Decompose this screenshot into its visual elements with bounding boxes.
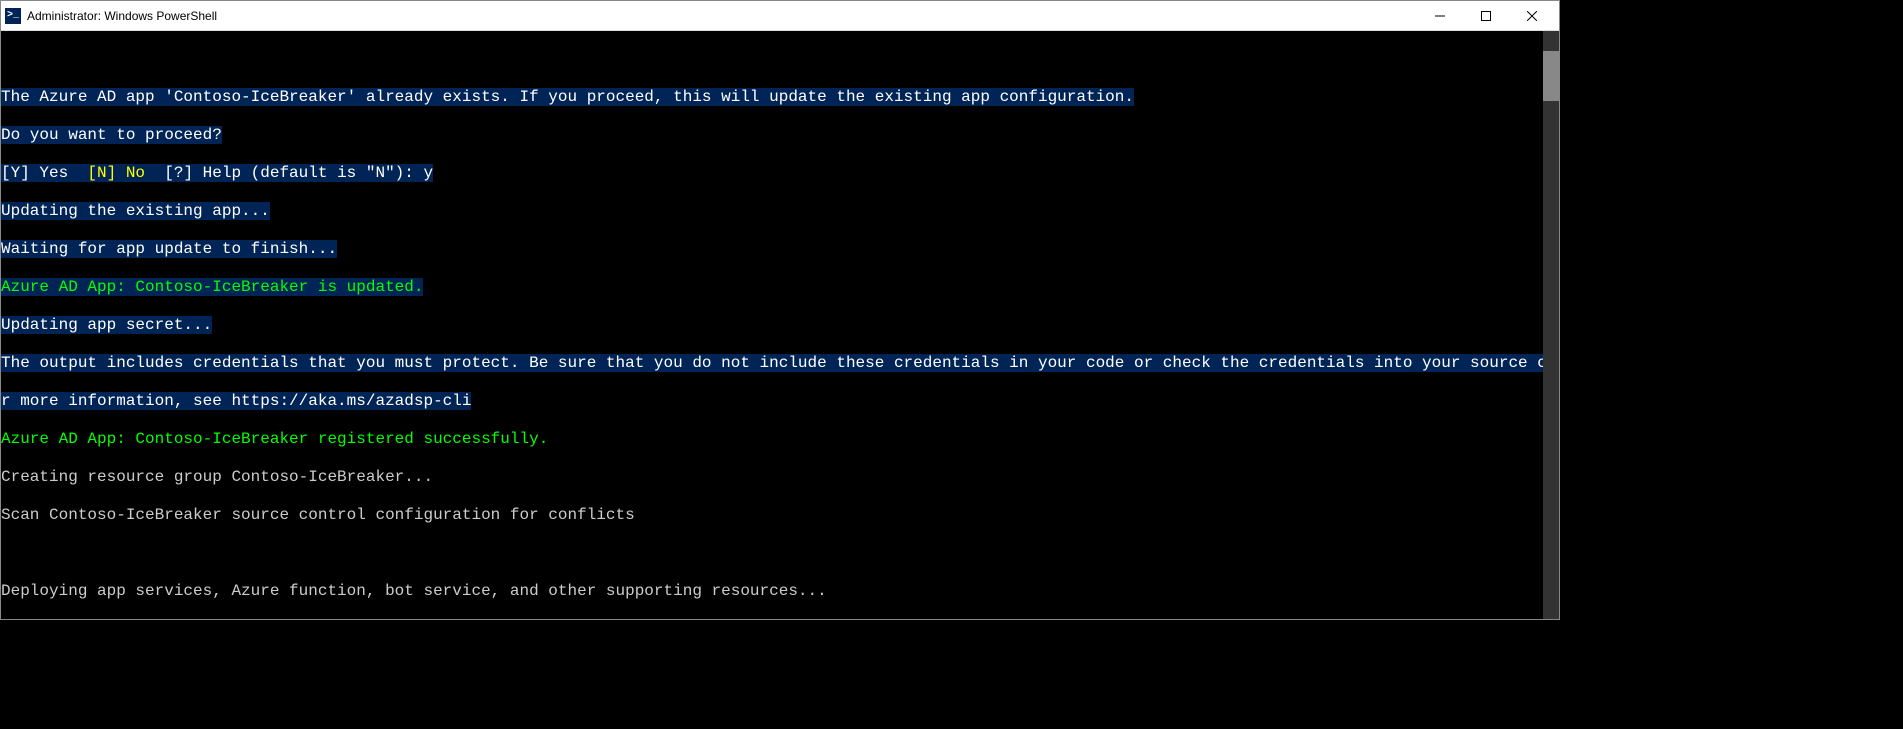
prompt-help: [?] Help (default is "N"): y <box>145 164 433 182</box>
close-icon <box>1527 11 1537 21</box>
window-title: Administrator: Windows PowerShell <box>27 9 1417 23</box>
output-line: Do you want to proceed? <box>1 126 222 144</box>
maximize-button[interactable] <box>1463 1 1509 31</box>
output-line: Scan Contoso-IceBreaker source control c… <box>1 506 635 524</box>
output-line: Updating the existing app... <box>1 202 270 220</box>
close-button[interactable] <box>1509 1 1555 31</box>
minimize-icon <box>1435 11 1445 21</box>
output-blank <box>1 544 11 562</box>
output-success: Azure AD App: Contoso-IceBreaker is upda… <box>1 278 423 296</box>
output-line: Deploying app services, Azure function, … <box>1 582 827 600</box>
terminal-content: The Azure AD app 'Contoso-IceBreaker' al… <box>1 69 1543 619</box>
prompt-yes: [Y] Yes <box>1 164 87 182</box>
maximize-icon <box>1481 11 1491 21</box>
output-line: The output includes credentials that you… <box>1 354 1543 372</box>
powershell-window: >_ Administrator: Windows PowerShell The… <box>0 0 1560 620</box>
output-line: r more information, see https://aka.ms/a… <box>1 392 471 410</box>
terminal-area[interactable]: The Azure AD app 'Contoso-IceBreaker' al… <box>1 31 1559 619</box>
output-line: Updating app secret... <box>1 316 212 334</box>
output-line: Waiting for app update to finish... <box>1 240 337 258</box>
output-line: Creating resource group Contoso-IceBreak… <box>1 468 433 486</box>
scrollbar-track[interactable] <box>1543 31 1559 619</box>
window-controls <box>1417 1 1555 31</box>
minimize-button[interactable] <box>1417 1 1463 31</box>
output-line: The Azure AD app 'Contoso-IceBreaker' al… <box>1 88 1134 106</box>
titlebar: >_ Administrator: Windows PowerShell <box>1 1 1559 31</box>
output-success: Azure AD App: Contoso-IceBreaker registe… <box>1 430 548 448</box>
prompt-no: [N] No <box>87 164 145 182</box>
scrollbar-thumb[interactable] <box>1543 51 1559 101</box>
powershell-icon: >_ <box>5 8 21 24</box>
